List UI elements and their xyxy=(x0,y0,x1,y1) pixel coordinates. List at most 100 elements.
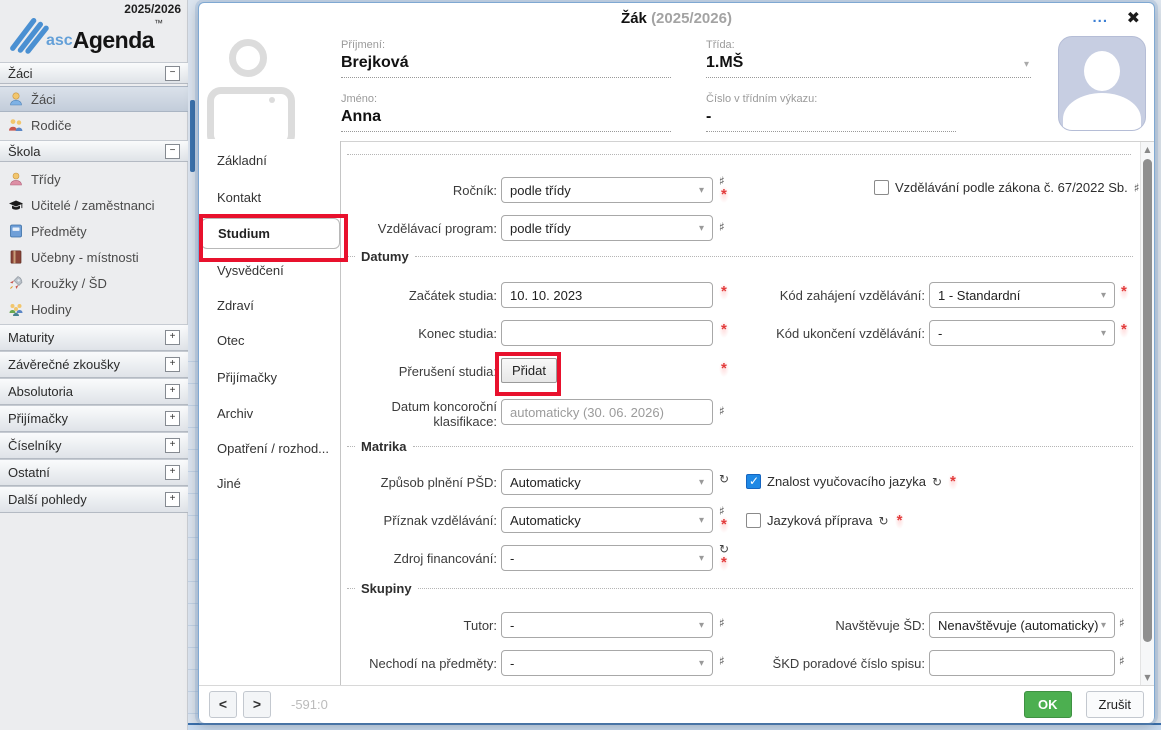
znalost-checkbox[interactable] xyxy=(746,474,761,489)
priznak-value: Automaticky xyxy=(510,513,581,528)
dialog-title-year: (2025/2026) xyxy=(651,10,732,27)
sidebar-item-label: Rodiče xyxy=(31,118,71,133)
zakon-checkbox[interactable] xyxy=(874,180,889,195)
tab-jine[interactable]: Jiné xyxy=(199,476,339,491)
sidebar-group-prijimacky[interactable]: Přijímačky + xyxy=(0,405,188,432)
sidebar-item-tridy[interactable]: Třídy xyxy=(0,166,188,192)
expand-icon[interactable]: + xyxy=(165,357,180,372)
scroll-up-icon[interactable]: ▲ xyxy=(1141,145,1154,154)
sidebar-item-zaci[interactable]: Žáci xyxy=(0,86,188,112)
sidebar-group-zaverecne[interactable]: Závěrečné zkoušky + xyxy=(0,351,188,378)
jazykova-checkbox[interactable] xyxy=(746,513,761,528)
psd-select[interactable]: Automaticky ▾ xyxy=(501,469,713,495)
tab-archiv[interactable]: Archiv xyxy=(199,406,339,421)
datum-klasifikace-input[interactable]: automaticky (30. 06. 2026) xyxy=(501,399,713,425)
program-select[interactable]: podle třídy ▾ xyxy=(501,215,713,241)
prev-record-button[interactable]: < xyxy=(209,691,237,718)
navstevuje-flags: ♯ xyxy=(1119,617,1125,630)
required-icon: * xyxy=(719,321,729,338)
sidebar-item-hodiny[interactable]: Hodiny xyxy=(0,296,188,322)
firstname-value[interactable]: Anna xyxy=(341,108,671,132)
expand-icon[interactable]: + xyxy=(165,411,180,426)
kod-ukonceni-select[interactable]: - ▾ xyxy=(929,320,1115,346)
sidebar-group-zaci[interactable]: Žáci − xyxy=(0,62,188,84)
sidebar-item-rodice[interactable]: Rodiče xyxy=(0,112,188,138)
surname-value[interactable]: Brejková xyxy=(341,54,671,78)
expand-icon[interactable]: + xyxy=(165,465,180,480)
skd-input[interactable] xyxy=(929,650,1115,676)
expand-icon[interactable]: + xyxy=(165,492,180,507)
tab-opatreni[interactable]: Opatření / rozhod... xyxy=(199,441,339,456)
sidebar-group-ostatni[interactable]: Ostatní + xyxy=(0,459,188,486)
nechodi-select[interactable]: - ▾ xyxy=(501,650,713,676)
hash-icon: ♯ xyxy=(719,220,725,234)
tab-otec[interactable]: Otec xyxy=(199,333,339,348)
sidebar-item-predmety[interactable]: Předměty xyxy=(0,218,188,244)
kod-zahajeni-select[interactable]: 1 - Standardní ▾ xyxy=(929,282,1115,308)
pridat-button[interactable]: Přidat xyxy=(501,358,557,383)
sidebar-item-krouzky[interactable]: Kroužky / ŠD xyxy=(0,270,188,296)
sidebar-group-absolutoria[interactable]: Absolutoria + xyxy=(0,378,188,405)
rocnik-select[interactable]: podle třídy ▾ xyxy=(501,177,713,203)
sidebar-item-ucebny[interactable]: Učebny - místnosti xyxy=(0,244,188,270)
sidebar-item-ucitele[interactable]: Učitelé / zaměstnanci xyxy=(0,192,188,218)
tab-vysvedceni[interactable]: Vysvědčení xyxy=(199,263,339,278)
group-label: Maturity xyxy=(8,330,54,345)
student-photo-placeholder[interactable] xyxy=(1058,36,1146,131)
sync-icon[interactable]: ↻ xyxy=(932,475,942,489)
ok-button[interactable]: OK xyxy=(1024,691,1072,718)
close-icon[interactable]: ✖ xyxy=(1127,8,1140,27)
sidebar-group-maturity[interactable]: Maturity + xyxy=(0,324,188,351)
tab-zakladni[interactable]: Základní xyxy=(199,153,339,168)
group-label: Další pohledy xyxy=(8,492,87,507)
sync-icon[interactable]: ↻ xyxy=(879,514,889,528)
sidebar-group-ciselniky[interactable]: Číselníky + xyxy=(0,432,188,459)
collapse-icon[interactable]: − xyxy=(165,144,180,159)
zdroj-select[interactable]: - ▾ xyxy=(501,545,713,571)
sidebar-group-dalsi[interactable]: Další pohledy + xyxy=(0,486,188,513)
expand-icon[interactable]: + xyxy=(165,330,180,345)
program-flags: ♯ xyxy=(719,221,725,234)
expand-icon[interactable]: + xyxy=(165,438,180,453)
konec-input[interactable] xyxy=(501,320,713,346)
record-counter: -591:0 xyxy=(291,697,328,712)
scrollbar-thumb[interactable] xyxy=(1143,159,1152,642)
collapse-icon[interactable]: − xyxy=(165,66,180,81)
dialog-scrollbar[interactable]: ▲ ▼ xyxy=(1140,142,1154,685)
priznak-select[interactable]: Automaticky ▾ xyxy=(501,507,713,533)
scroll-down-icon[interactable]: ▼ xyxy=(1141,673,1154,682)
section-matrika: Matrika xyxy=(347,439,1133,454)
tab-studium[interactable]: Studium xyxy=(201,218,340,249)
navstevuje-select[interactable]: Nenavštěvuje (automaticky) ▾ xyxy=(929,612,1115,638)
expand-icon[interactable]: + xyxy=(165,384,180,399)
logo-trademark: ™ xyxy=(154,12,163,28)
class-value[interactable]: 1.MŠ ▾ xyxy=(706,54,1031,78)
chevron-down-icon[interactable]: ▾ xyxy=(1024,59,1029,70)
tutor-select[interactable]: - ▾ xyxy=(501,612,713,638)
required-icon: * xyxy=(1119,321,1129,338)
tab-kontakt[interactable]: Kontakt xyxy=(199,190,339,205)
sync-icon[interactable]: ↻ xyxy=(719,472,729,486)
required-icon: * xyxy=(719,186,729,203)
hash-icon: ♯ xyxy=(1134,181,1140,195)
more-options-icon[interactable]: ... xyxy=(1092,9,1108,26)
cancel-button[interactable]: Zrušit xyxy=(1086,691,1145,718)
zdroj-value: - xyxy=(510,551,514,566)
zacatek-input[interactable]: 10. 10. 2023 xyxy=(501,282,713,308)
sidebar-group-skola[interactable]: Škola − xyxy=(0,140,188,162)
group-label: Absolutoria xyxy=(8,384,73,399)
required-icon: * xyxy=(948,473,958,490)
tab-zdravi[interactable]: Zdraví xyxy=(199,298,339,313)
next-record-button[interactable]: > xyxy=(243,691,271,718)
jazykova-checkbox-row: Jazyková příprava ↻ * xyxy=(746,512,904,529)
zakon-label: Vzdělávání podle zákona č. 67/2022 Sb. xyxy=(895,180,1128,195)
required-icon: * xyxy=(895,512,905,529)
kod-ukonceni-flags: * xyxy=(1119,323,1129,337)
tab-prijimacky[interactable]: Přijímačky xyxy=(199,370,339,385)
nechodi-value: - xyxy=(510,656,514,671)
content-top-divider xyxy=(347,154,1131,155)
required-icon: * xyxy=(719,360,729,377)
nechodi-label: Nechodí na předměty: xyxy=(343,656,497,671)
preruseni-flags: * xyxy=(719,362,729,376)
register-number-value[interactable]: - xyxy=(706,108,956,132)
